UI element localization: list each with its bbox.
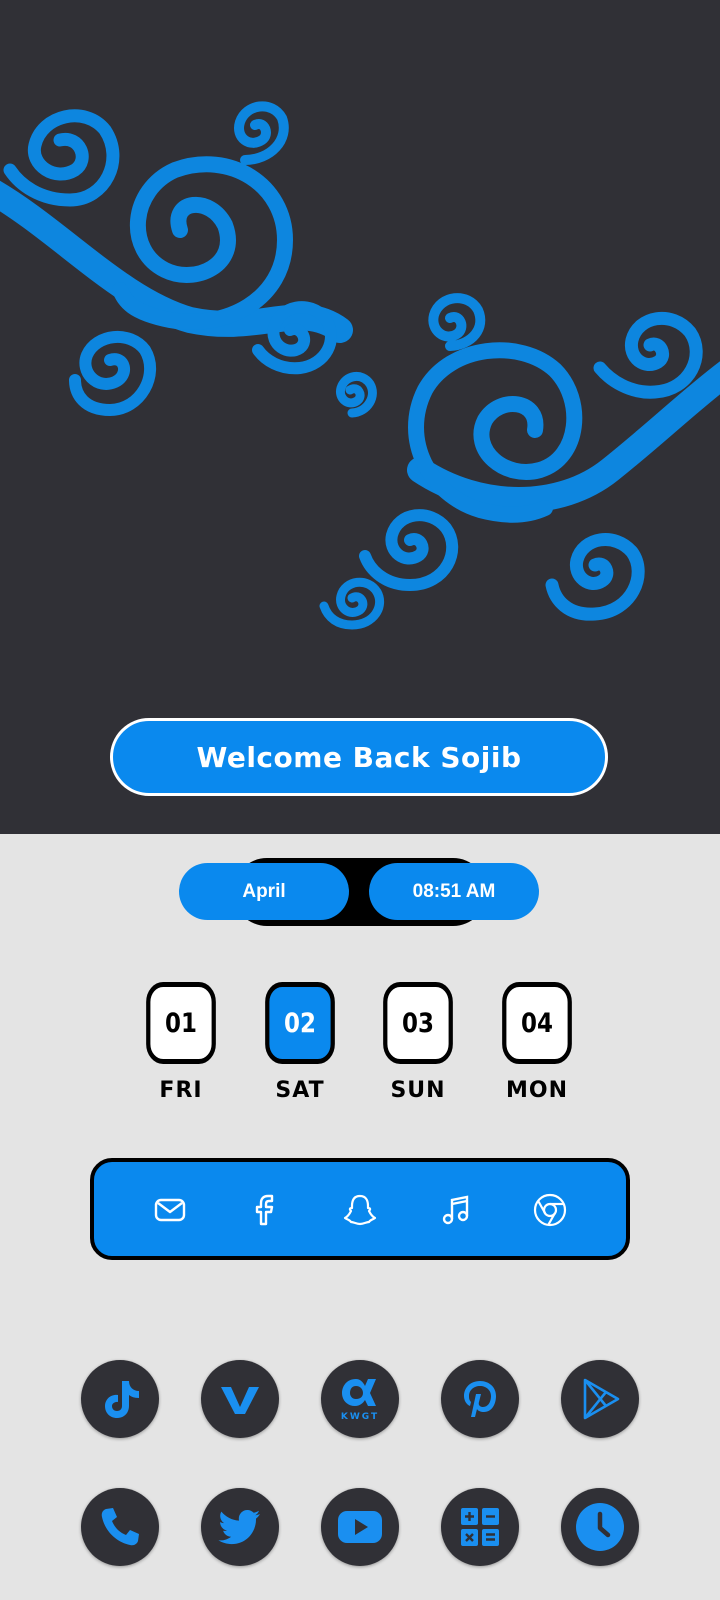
- calculator-app[interactable]: [441, 1488, 519, 1566]
- svg-text:KWGT: KWGT: [341, 1412, 379, 1422]
- kwgt-icon: KWGT: [341, 1379, 379, 1422]
- clock-icon: [576, 1503, 624, 1551]
- day-label-fri: FRI: [159, 1078, 203, 1103]
- clock-app[interactable]: [561, 1488, 639, 1566]
- pinterest-app[interactable]: [441, 1360, 519, 1438]
- facebook-icon[interactable]: [244, 1190, 284, 1230]
- day-box-mon[interactable]: 04: [502, 982, 572, 1064]
- chrome-icon[interactable]: [530, 1190, 570, 1230]
- youtube-app[interactable]: [321, 1488, 399, 1566]
- day-box-sat[interactable]: 02: [265, 982, 335, 1064]
- swirl-pattern: [0, 101, 720, 630]
- twitter-app[interactable]: [201, 1488, 279, 1566]
- twitter-icon: [218, 1510, 260, 1545]
- day-box-fri[interactable]: 01: [146, 982, 216, 1064]
- wallpaper: [0, 0, 720, 834]
- welcome-banner[interactable]: Welcome Back Sojib: [110, 718, 608, 796]
- youtube-icon: [338, 1511, 382, 1543]
- mail-icon[interactable]: [150, 1190, 190, 1230]
- tiktok-icon: [105, 1381, 139, 1418]
- kwgt-app[interactable]: KWGT: [321, 1360, 399, 1438]
- play-store-icon: [583, 1378, 620, 1420]
- play-store-app[interactable]: [561, 1360, 639, 1438]
- time-pill[interactable]: 08:51 AM: [369, 863, 539, 920]
- pinterest-icon: [464, 1381, 496, 1417]
- phone-icon: [101, 1508, 139, 1546]
- music-icon[interactable]: [435, 1190, 475, 1230]
- day-label-sun: SUN: [390, 1078, 446, 1103]
- vimeo-icon: [221, 1387, 259, 1414]
- month-pill[interactable]: April: [179, 863, 349, 920]
- calculator-icon: [461, 1508, 499, 1546]
- day-box-sun[interactable]: 03: [383, 982, 453, 1064]
- tiktok-app[interactable]: [81, 1360, 159, 1438]
- day-label-mon: MON: [505, 1078, 568, 1103]
- snapchat-icon[interactable]: [340, 1190, 380, 1230]
- phone-app[interactable]: [81, 1488, 159, 1566]
- vimeo-app[interactable]: [201, 1360, 279, 1438]
- day-label-sat: SAT: [275, 1078, 325, 1103]
